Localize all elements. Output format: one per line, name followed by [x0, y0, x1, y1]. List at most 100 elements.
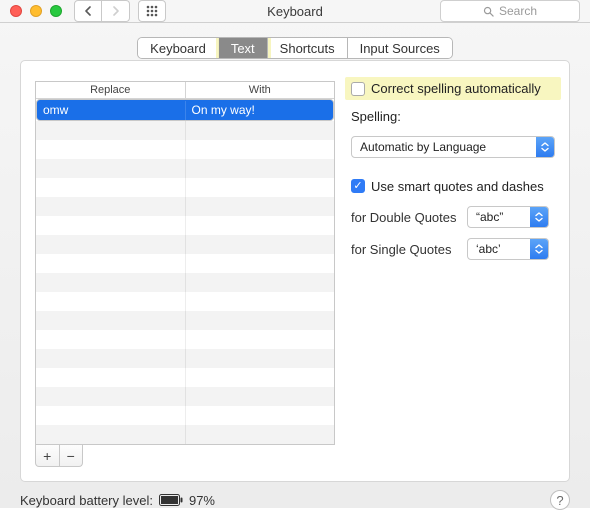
table-row[interactable] [36, 311, 334, 330]
cell-replace [36, 311, 186, 330]
table-row[interactable] [36, 330, 334, 349]
search-icon [483, 6, 494, 17]
cell-replace [36, 292, 186, 311]
cell-replace [36, 121, 186, 140]
add-remove-group: + − [35, 445, 83, 467]
cell-with [186, 387, 335, 406]
cell-with [186, 140, 335, 159]
table-row[interactable] [36, 216, 334, 235]
cell-with [186, 254, 335, 273]
smart-quotes-checkbox[interactable] [351, 179, 365, 193]
text-panel: Replace With omwOn my way! + − Correct s… [20, 60, 570, 482]
close-icon[interactable] [10, 5, 22, 17]
table-row[interactable] [36, 140, 334, 159]
table-body[interactable]: omwOn my way! [36, 99, 334, 444]
minimize-icon[interactable] [30, 5, 42, 17]
table-row[interactable] [36, 197, 334, 216]
double-quotes-label: for Double Quotes [351, 210, 461, 225]
table-row[interactable] [36, 178, 334, 197]
table-row[interactable] [36, 349, 334, 368]
table-row[interactable] [36, 273, 334, 292]
preferences-window: Keyboard Search Keyboard Text Shortcuts … [0, 0, 590, 508]
cell-with [186, 368, 335, 387]
tab-input-sources[interactable]: Input Sources [348, 38, 452, 58]
back-button[interactable] [74, 0, 102, 22]
cell-with [186, 406, 335, 425]
table-row[interactable] [36, 254, 334, 273]
single-quotes-select[interactable]: ‘abc’ [467, 238, 549, 260]
cell-with [186, 235, 335, 254]
chevron-right-icon [112, 6, 120, 16]
smart-quotes-row[interactable]: Use smart quotes and dashes [351, 176, 555, 196]
spelling-label-row: Spelling: [351, 106, 555, 126]
show-all-button[interactable] [138, 0, 166, 22]
cell-replace [36, 159, 186, 178]
cell-replace [36, 140, 186, 159]
col-replace[interactable]: Replace [36, 82, 186, 98]
table-row[interactable] [36, 121, 334, 140]
add-button[interactable]: + [36, 445, 60, 466]
replacements-column: Replace With omwOn my way! + − [35, 81, 335, 467]
cell-replace [36, 273, 186, 292]
table-row[interactable] [36, 406, 334, 425]
remove-button[interactable]: − [60, 445, 83, 466]
double-quotes-row: for Double Quotes “abc” [351, 206, 555, 228]
single-quotes-value: ‘abc’ [468, 242, 530, 256]
table-header: Replace With [36, 82, 334, 99]
forward-button[interactable] [102, 0, 130, 22]
single-quotes-label: for Single Quotes [351, 242, 461, 257]
tab-shortcuts[interactable]: Shortcuts [268, 38, 348, 58]
cell-replace [36, 330, 186, 349]
battery-pct: 97% [189, 493, 215, 508]
cell-with [186, 121, 335, 140]
table-row[interactable] [36, 292, 334, 311]
tab-keyboard[interactable]: Keyboard [138, 38, 219, 58]
cell-with [186, 425, 335, 444]
table-row[interactable] [36, 425, 334, 444]
table-row[interactable] [36, 235, 334, 254]
double-quotes-select[interactable]: “abc” [467, 206, 549, 228]
correct-spelling-label: Correct spelling automatically [371, 81, 541, 96]
correct-spelling-row[interactable]: Correct spelling automatically [345, 77, 561, 100]
tab-bar: Keyboard Text Shortcuts Input Sources [20, 37, 570, 59]
cell-replace [36, 425, 186, 444]
footer: Keyboard battery level: 97% ? [0, 490, 590, 510]
nav-group [74, 0, 130, 22]
cell-replace [36, 387, 186, 406]
single-quotes-row: for Single Quotes ‘abc’ [351, 238, 555, 260]
cell-with [186, 197, 335, 216]
help-button[interactable]: ? [550, 490, 570, 510]
updown-icon [536, 137, 554, 157]
spelling-select[interactable]: Automatic by Language [351, 136, 555, 158]
cell-replace [36, 406, 186, 425]
titlebar: Keyboard Search [0, 0, 590, 23]
cell-replace [36, 349, 186, 368]
battery-icon [159, 494, 183, 506]
cell-replace [36, 216, 186, 235]
spelling-value: Automatic by Language [352, 140, 536, 154]
table-row[interactable] [36, 387, 334, 406]
cell-replace [36, 197, 186, 216]
search-placeholder: Search [499, 4, 537, 18]
correct-spelling-checkbox[interactable] [351, 82, 365, 96]
table-row[interactable] [36, 368, 334, 387]
battery-label: Keyboard battery level: [20, 493, 153, 508]
table-row[interactable]: omwOn my way! [36, 99, 334, 121]
replacements-table: Replace With omwOn my way! [35, 81, 335, 445]
cell-with [186, 330, 335, 349]
search-input[interactable]: Search [440, 0, 580, 22]
cell-with [186, 159, 335, 178]
col-with[interactable]: With [186, 82, 335, 98]
double-quotes-value: “abc” [468, 210, 530, 224]
cell-replace [36, 254, 186, 273]
cell-with [186, 216, 335, 235]
tab-text[interactable]: Text [219, 38, 268, 58]
cell-with: On my way! [186, 101, 334, 120]
content-area: Keyboard Text Shortcuts Input Sources Re… [0, 23, 590, 490]
cell-replace [36, 178, 186, 197]
cell-replace: omw [37, 101, 186, 120]
zoom-icon[interactable] [50, 5, 62, 17]
table-row[interactable] [36, 159, 334, 178]
cell-with [186, 349, 335, 368]
smart-quotes-label: Use smart quotes and dashes [371, 179, 544, 194]
